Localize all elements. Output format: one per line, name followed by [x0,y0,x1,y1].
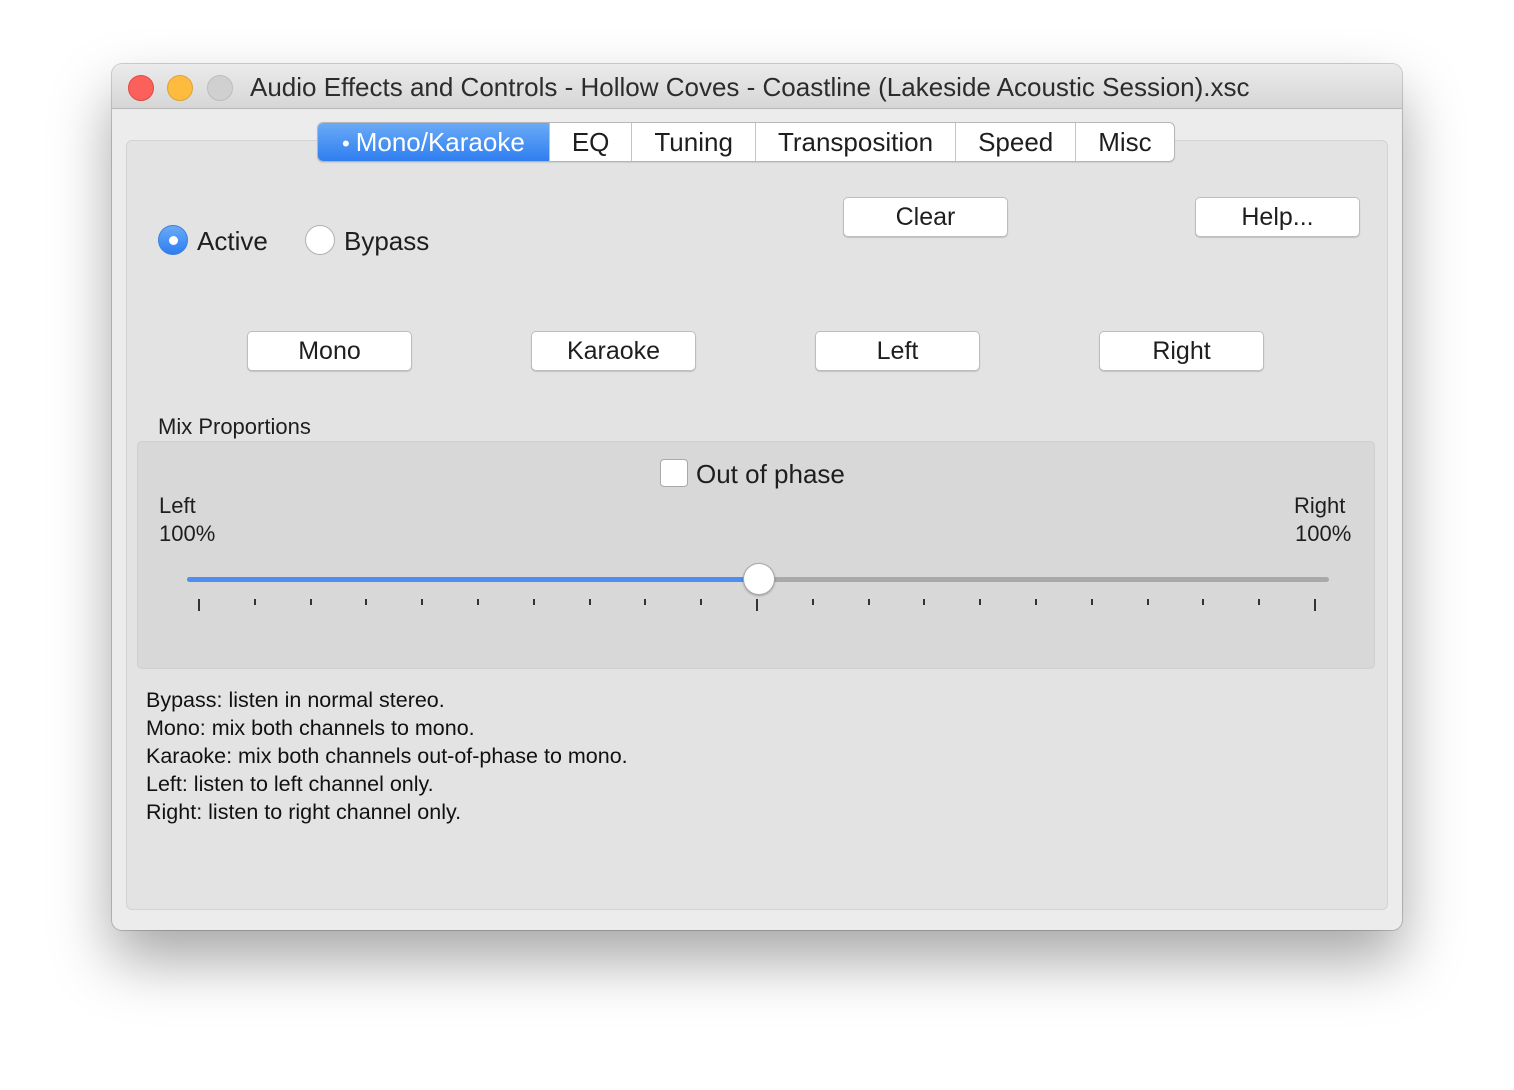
help-text: Bypass: listen in normal stereo. Mono: m… [146,686,628,826]
slider-tick [1258,599,1260,605]
slider-tick [254,599,256,605]
active-tab-dot-icon: • [342,131,350,156]
tab-eq[interactable]: EQ [550,123,633,161]
slider-tick [310,599,312,605]
slider-tick [756,599,758,611]
tab-speed[interactable]: Speed [956,123,1077,161]
slider-tick [477,599,479,605]
slider-left-label: Left [159,493,196,518]
active-radio-label[interactable]: Active [197,226,268,257]
slider-tick [812,599,814,605]
help-line: Mono: mix both channels to mono. [146,716,475,740]
left-button[interactable]: Left [815,331,980,371]
help-line: Karaoke: mix both channels out-of-phase … [146,744,628,768]
window-title: Audio Effects and Controls - Hollow Cove… [250,72,1250,102]
help-line: Bypass: listen in normal stereo. [146,688,445,712]
out-of-phase-checkbox[interactable] [660,459,688,487]
slider-tick [421,599,423,605]
slider-tick [700,599,702,605]
tab-content-panel: Active Bypass Clear Help... Mono Karaoke… [126,140,1388,910]
slider-tick [1091,599,1093,605]
mix-slider-knob[interactable] [743,563,775,595]
right-button[interactable]: Right [1099,331,1264,371]
zoom-window-button[interactable] [207,75,233,101]
audio-effects-window: Audio Effects and Controls - Hollow Cove… [112,64,1402,930]
slider-tick [1147,599,1149,605]
active-radio[interactable] [158,225,188,255]
slider-tick [1202,599,1204,605]
slider-tick [198,599,200,611]
title-bar[interactable]: Audio Effects and Controls - Hollow Cove… [112,64,1402,109]
help-line: Right: listen to right channel only. [146,800,462,824]
tab-bar: • Mono/Karaoke EQ Tuning Transposition Sp… [317,122,1175,162]
bypass-radio-label[interactable]: Bypass [344,226,429,257]
mix-slider-fill [187,577,758,582]
slider-left-value: 100% [159,521,216,546]
slider-right-value: 100% [1295,521,1352,546]
slider-tick [365,599,367,605]
slider-tick [1314,599,1316,611]
tab-mono-karaoke[interactable]: • Mono/Karaoke [318,123,550,161]
help-line: Left: listen to left channel only. [146,772,434,796]
slider-tick [1035,599,1037,605]
slider-tick [923,599,925,605]
tab-label: Mono/Karaoke [355,127,525,157]
slider-right-label: Right [1294,493,1346,518]
mix-proportions-label: Mix Proportions [158,414,311,439]
slider-tick [868,599,870,605]
slider-tick [589,599,591,605]
slider-tick [979,599,981,605]
tab-misc[interactable]: Misc [1076,123,1173,161]
out-of-phase-label[interactable]: Out of phase [696,459,845,490]
tab-tuning[interactable]: Tuning [632,123,756,161]
close-window-button[interactable] [128,75,154,101]
help-button[interactable]: Help... [1195,197,1360,237]
clear-button[interactable]: Clear [843,197,1008,237]
slider-tick [644,599,646,605]
tab-transposition[interactable]: Transposition [756,123,957,161]
minimize-window-button[interactable] [167,75,193,101]
slider-tick [533,599,535,605]
mono-button[interactable]: Mono [247,331,412,371]
karaoke-button[interactable]: Karaoke [531,331,696,371]
bypass-radio[interactable] [305,225,335,255]
